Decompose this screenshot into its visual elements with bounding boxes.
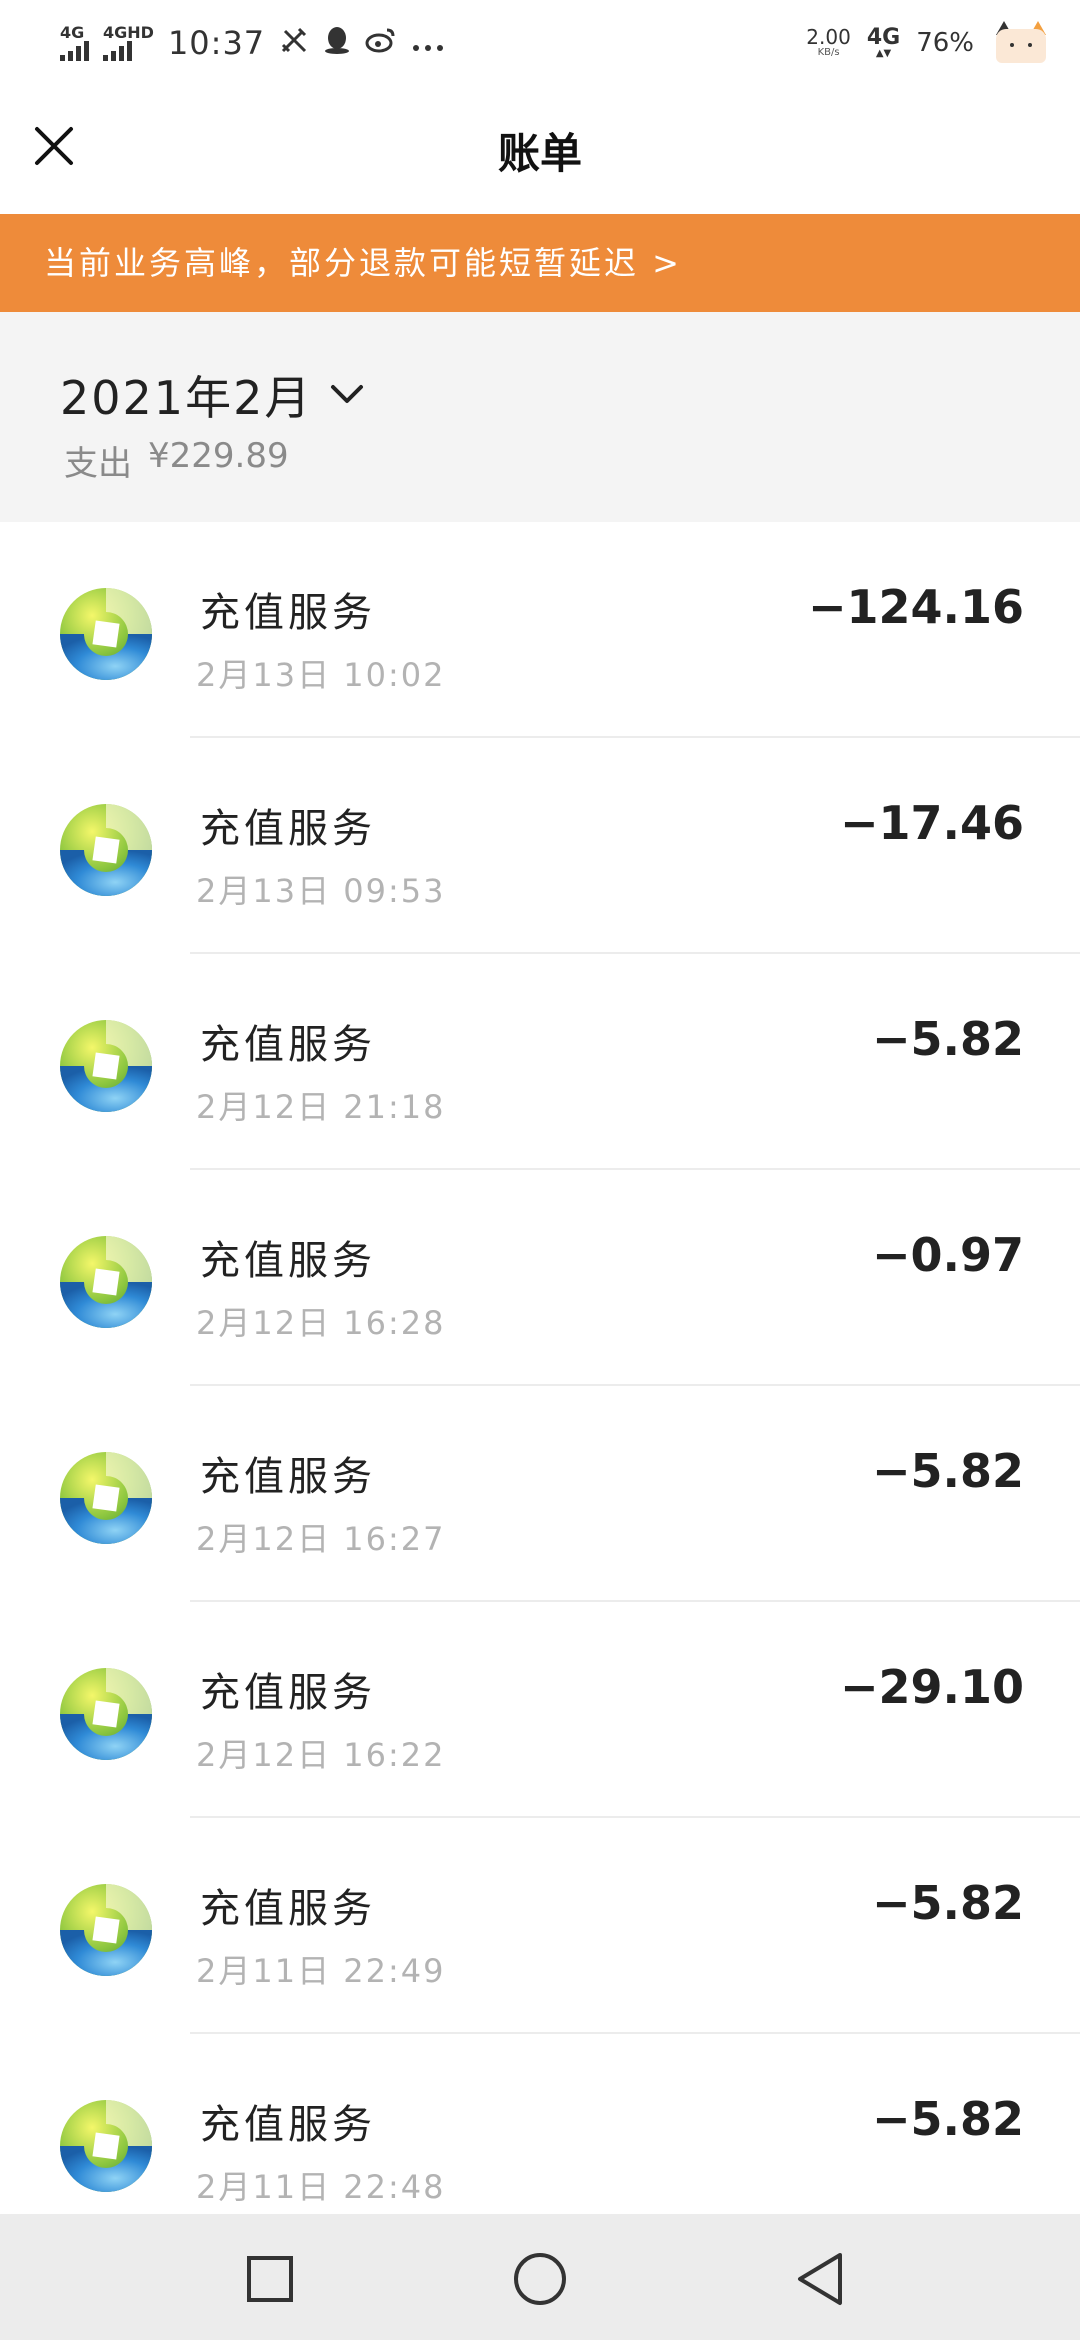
recharge-service-logo-icon bbox=[60, 1236, 152, 1328]
refund-delay-notice[interactable]: 当前业务高峰，部分退款可能短暂延迟 > bbox=[0, 214, 1080, 312]
back-button[interactable] bbox=[785, 2244, 855, 2314]
recharge-service-logo-icon bbox=[60, 1668, 152, 1760]
transaction-time: 2月12日 16:27 bbox=[196, 1520, 446, 1558]
transaction-time: 2月11日 22:48 bbox=[196, 2168, 446, 2206]
transaction-row[interactable]: 充值服务 2月12日 16:27 −5.82 bbox=[0, 1386, 1080, 1602]
transaction-time: 2月12日 16:22 bbox=[196, 1736, 446, 1774]
app-header: 账单 bbox=[0, 84, 1080, 214]
recharge-service-logo-icon bbox=[60, 588, 152, 680]
circle-icon bbox=[514, 2253, 566, 2305]
transaction-amount: −0.97 bbox=[871, 1228, 1024, 1282]
sim2-signal-icon: 4GHD bbox=[103, 25, 154, 61]
transaction-row[interactable]: 充值服务 2月12日 16:22 −29.10 bbox=[0, 1602, 1080, 1818]
month-summary: 2021年2月 支出 ¥229.89 bbox=[0, 312, 1080, 522]
transaction-name: 充值服务 bbox=[200, 1886, 376, 1932]
transaction-list: 充值服务 2月13日 10:02 −124.16 充值服务 2月13日 09:53 −17… bbox=[0, 522, 1080, 2250]
qq-icon bbox=[323, 25, 351, 62]
expense-amount: ¥229.89 bbox=[148, 436, 289, 476]
transaction-time: 2月13日 10:02 bbox=[196, 656, 446, 694]
expense-label: 支出 bbox=[64, 444, 132, 484]
system-nav-bar bbox=[0, 2214, 1080, 2340]
transaction-row[interactable]: 充值服务 2月11日 22:49 −5.82 bbox=[0, 1818, 1080, 2034]
recents-button[interactable] bbox=[235, 2244, 305, 2314]
page-title: 账单 bbox=[497, 129, 582, 178]
status-left: 4G 4GHD 10:37 bbox=[60, 18, 445, 68]
status-time: 10:37 bbox=[167, 24, 266, 62]
recharge-service-logo-icon bbox=[60, 1452, 152, 1544]
transaction-name: 充值服务 bbox=[200, 2102, 376, 2148]
transaction-amount: −5.82 bbox=[871, 1012, 1024, 1066]
transaction-amount: −5.82 bbox=[871, 1444, 1024, 1498]
home-button[interactable] bbox=[505, 2244, 575, 2314]
transaction-name: 充值服务 bbox=[200, 1670, 376, 1716]
transaction-time: 2月13日 09:53 bbox=[196, 872, 446, 910]
transaction-row[interactable]: 充值服务 2月13日 10:02 −124.16 bbox=[0, 522, 1080, 738]
sim1-signal-icon: 4G bbox=[60, 25, 89, 61]
transaction-amount: −5.82 bbox=[871, 2092, 1024, 2146]
network-icon: 4G ▲▼ bbox=[866, 25, 901, 59]
transaction-name: 充值服务 bbox=[200, 1022, 376, 1068]
net-speed: 2.00 KB/s bbox=[806, 25, 851, 58]
cat-avatar-icon bbox=[990, 21, 1050, 65]
expense-total: 支出 ¥229.89 bbox=[64, 436, 289, 485]
transaction-amount: −29.10 bbox=[839, 1660, 1024, 1714]
transaction-name: 充值服务 bbox=[200, 1238, 376, 1284]
weibo-icon bbox=[365, 26, 397, 61]
transaction-time: 2月12日 21:18 bbox=[196, 1088, 446, 1126]
battery-level: 76% bbox=[916, 28, 974, 58]
transaction-time: 2月12日 16:28 bbox=[196, 1304, 446, 1342]
month-selector[interactable]: 2021年2月 bbox=[60, 362, 364, 428]
transaction-time: 2月11日 22:49 bbox=[196, 1952, 446, 1990]
square-icon bbox=[247, 2256, 293, 2302]
transaction-amount: −124.16 bbox=[807, 580, 1024, 634]
recharge-service-logo-icon bbox=[60, 2100, 152, 2192]
recharge-service-logo-icon bbox=[60, 1884, 152, 1976]
transaction-name: 充值服务 bbox=[200, 1454, 376, 1500]
transaction-row[interactable]: 充值服务 2月12日 16:28 −0.97 bbox=[0, 1170, 1080, 1386]
recharge-service-logo-icon bbox=[60, 1020, 152, 1112]
transaction-amount: −5.82 bbox=[871, 1876, 1024, 1930]
month-label: 2021年2月 bbox=[60, 371, 313, 425]
transaction-row[interactable]: 充值服务 2月13日 09:53 −17.46 bbox=[0, 738, 1080, 954]
transaction-name: 充值服务 bbox=[200, 590, 376, 636]
more-notifications-icon bbox=[411, 27, 445, 60]
recharge-service-logo-icon bbox=[60, 804, 152, 896]
back-triangle-icon bbox=[798, 2253, 842, 2305]
chevron-down-icon bbox=[331, 385, 364, 403]
tools-icon bbox=[279, 25, 309, 62]
transaction-amount: −17.46 bbox=[839, 796, 1024, 850]
status-bar: 4G 4GHD 10:37 2.00 KB/s 4G ▲▼ 76% bbox=[0, 0, 1080, 84]
transaction-name: 充值服务 bbox=[200, 806, 376, 852]
transaction-row[interactable]: 充值服务 2月12日 21:18 −5.82 bbox=[0, 954, 1080, 1170]
status-right: 2.00 KB/s 4G ▲▼ 76% bbox=[806, 18, 1050, 68]
